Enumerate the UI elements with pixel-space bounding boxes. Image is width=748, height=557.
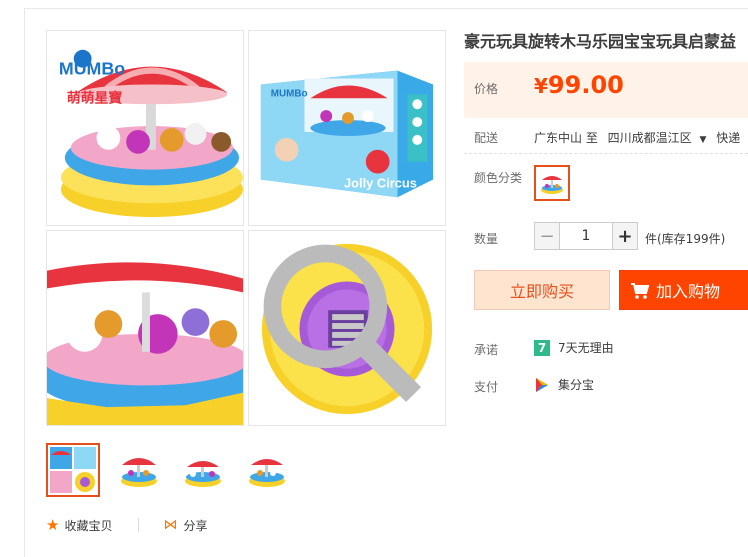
product-title: 豪元玩具旋转木马乐园宝宝玩具启蒙益	[464, 32, 737, 51]
shipping-destination[interactable]: 四川成都温江区	[608, 131, 692, 145]
frame-border-left	[24, 8, 25, 557]
brand-logo-text: MUMBo	[59, 59, 125, 79]
price-label: 价格	[474, 82, 499, 96]
price-value: ¥99.00	[534, 71, 624, 99]
thumbnail-2[interactable]	[112, 443, 166, 497]
jifenbao-icon	[536, 377, 548, 392]
brand-subtitle: 萌萌星寶	[67, 89, 123, 106]
divider	[464, 153, 748, 154]
share-link[interactable]: 分享	[183, 517, 207, 534]
thumbnail-image	[242, 445, 292, 495]
shipping-value: 广东中山 至 四川成都温江区 ▼ 快递	[534, 129, 740, 146]
favorite-link[interactable]: 收藏宝贝	[64, 517, 112, 534]
color-option-selected[interactable]	[534, 165, 570, 201]
frame-border-top	[24, 8, 748, 9]
promise-text: 7天无理由	[558, 341, 614, 355]
quantity-decrease-button[interactable]: −	[534, 222, 560, 250]
swatch-image	[536, 167, 568, 199]
carousel-illustration: MUMBo 萌萌星寶	[47, 31, 243, 225]
stock-count: 件(库存199件)	[645, 232, 726, 246]
color-label: 颜色分类	[474, 171, 523, 185]
quantity-input[interactable]: 1	[560, 222, 612, 250]
gallery-image-box[interactable]: MUMBo Jolly Circus	[248, 30, 446, 226]
product-gallery: MUMBo 萌萌星寶 MUMBo Jolly Circus	[46, 30, 446, 426]
thumbnail-image	[178, 445, 228, 495]
gallery-image-carousel-front[interactable]: MUMBo 萌萌星寶	[46, 30, 244, 226]
share-icon[interactable]: ⋈	[163, 517, 177, 533]
gallery-actions: ★ 收藏宝贝 ⋈ 分享	[46, 516, 207, 534]
box-title-text: Jolly Circus	[344, 175, 417, 190]
thumbnail-1[interactable]	[46, 443, 100, 497]
add-to-cart-label: 加入购物	[656, 282, 721, 301]
gallery-image-closeup[interactable]	[46, 230, 244, 426]
seven-day-return-icon: 7	[534, 339, 550, 356]
shipping-method: 快递	[716, 131, 741, 145]
thumbnail-3[interactable]	[176, 443, 230, 497]
payment-item[interactable]: 集分宝	[534, 376, 594, 393]
payment-label: 支付	[474, 380, 499, 394]
shipping-from: 广东中山 至	[534, 131, 598, 145]
star-icon[interactable]: ★	[46, 516, 59, 534]
currency-symbol: ¥	[534, 74, 548, 98]
quantity-increase-button[interactable]: +	[612, 222, 638, 250]
payment-text: 集分宝	[558, 378, 595, 392]
buy-now-button[interactable]: 立即购买	[474, 270, 610, 310]
quantity-label: 数量	[474, 232, 499, 246]
add-to-cart-button[interactable]: 加入购物	[619, 270, 748, 310]
divider	[138, 518, 140, 532]
closeup-illustration	[47, 231, 243, 425]
promise-label: 承诺	[474, 343, 499, 357]
thumbnail-4[interactable]	[240, 443, 294, 497]
chevron-down-icon[interactable]: ▼	[700, 135, 707, 145]
thumbnail-image	[114, 445, 164, 495]
cart-icon	[631, 283, 650, 299]
zoom-icon[interactable]	[248, 230, 441, 421]
gallery-image-bottom[interactable]	[248, 230, 446, 426]
price-panel: 价格 ¥99.00	[464, 62, 748, 118]
price-amount: 99.00	[547, 71, 624, 99]
promise-item[interactable]: 7 7天无理由	[534, 339, 614, 356]
box-brand-text: MUMBo	[271, 88, 308, 99]
thumbnail-image	[48, 445, 98, 495]
box-illustration: MUMBo Jolly Circus	[249, 31, 445, 225]
quantity-stepper: − 1 +	[534, 222, 638, 250]
